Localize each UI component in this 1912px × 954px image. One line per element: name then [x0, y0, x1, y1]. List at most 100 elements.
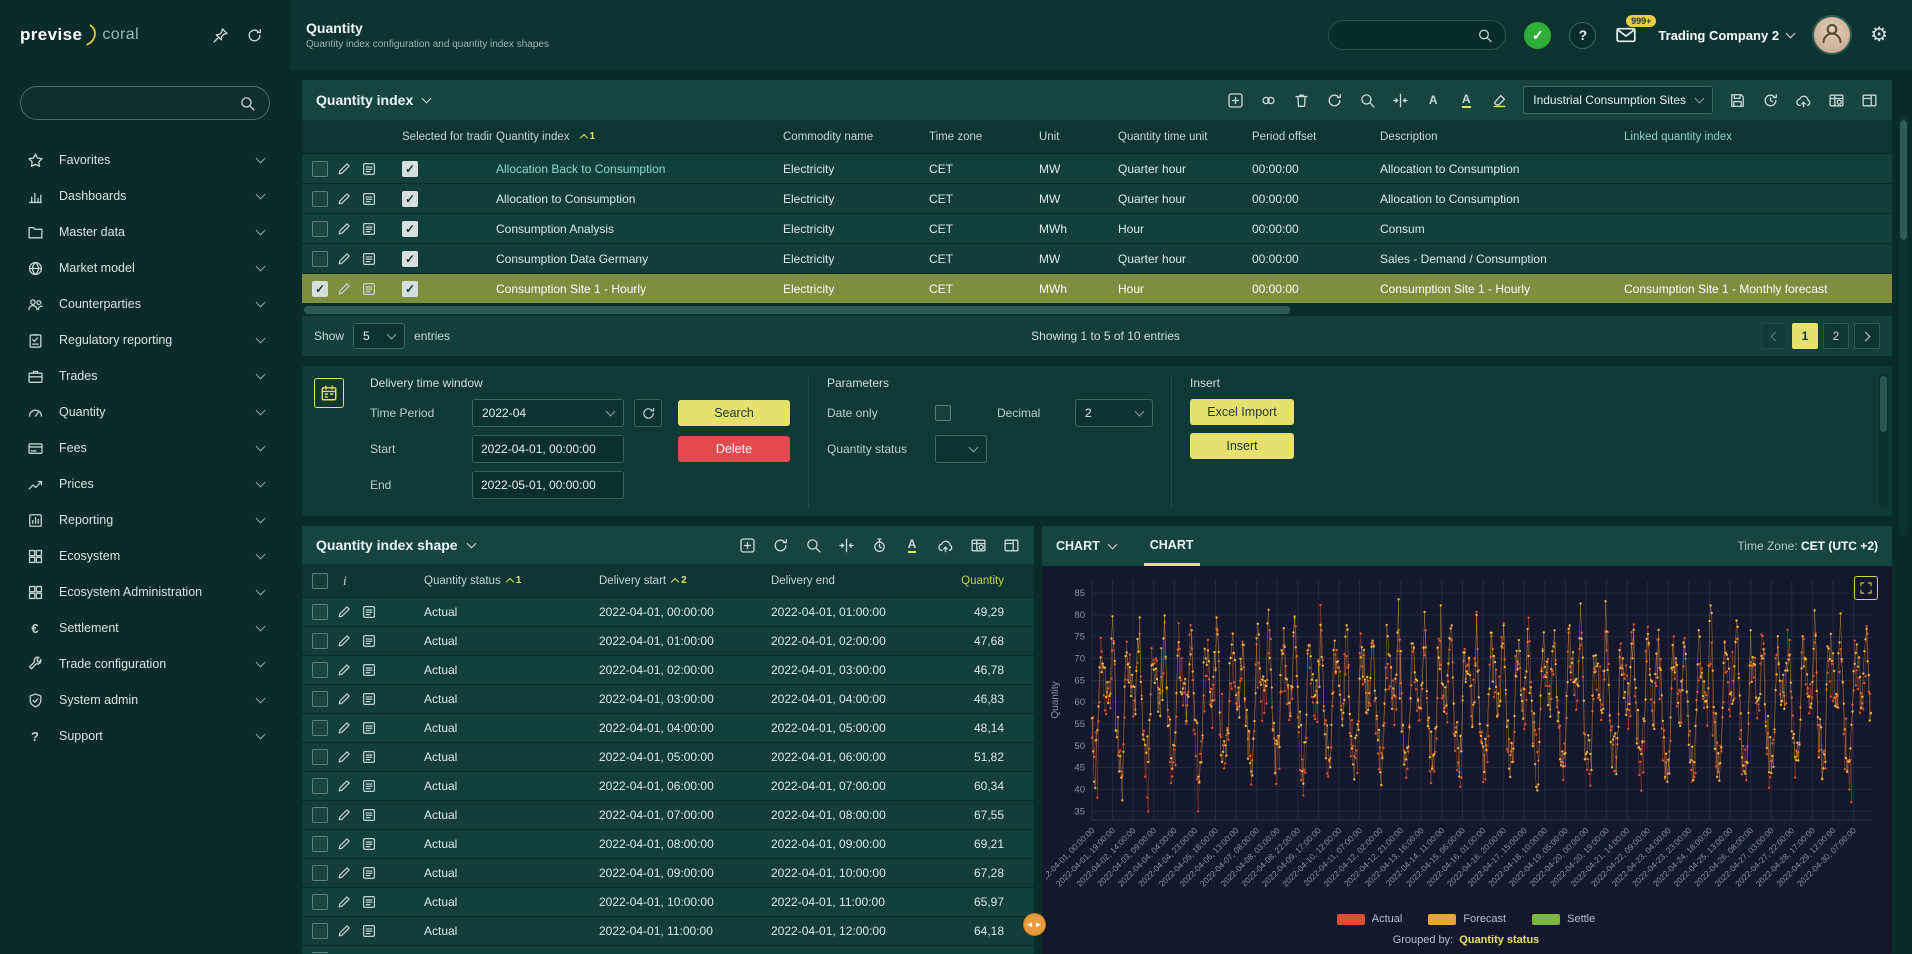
company-selector[interactable]: Trading Company 2 — [1658, 28, 1794, 43]
add-button[interactable] — [1222, 87, 1248, 113]
time-period-select[interactable]: 2022-04 — [472, 399, 624, 427]
table-row[interactable]: Actual 2022-04-01, 12:00:00 2022-04-01, … — [302, 946, 1034, 954]
row-checkbox[interactable] — [312, 923, 328, 939]
edit-pencil-icon[interactable] — [335, 190, 353, 208]
row-checkbox[interactable] — [312, 604, 328, 620]
sidebar-item-regulatory-reporting[interactable]: Regulatory reporting — [0, 322, 290, 358]
edit-pencil-icon[interactable] — [335, 806, 353, 824]
edit-pencil-icon[interactable] — [335, 160, 353, 178]
sidebar-item-support[interactable]: ? Support — [0, 718, 290, 754]
quantity-index-panel-title[interactable]: Quantity index — [316, 92, 430, 108]
selected-for-trading-checkbox[interactable] — [402, 161, 418, 177]
sidebar-item-quantity[interactable]: Quantity — [0, 394, 290, 430]
edit-pencil-icon[interactable] — [335, 220, 353, 238]
fit-columns-button[interactable] — [1387, 87, 1413, 113]
panel-splitter-handle[interactable]: ◄► — [1023, 913, 1046, 936]
sidebar-item-master-data[interactable]: Master data — [0, 214, 290, 250]
sidebar-item-market-model[interactable]: Market model — [0, 250, 290, 286]
table-row[interactable]: Allocation to Consumption Electricity CE… — [302, 184, 1892, 214]
sidebar-item-settlement[interactable]: € Settlement — [0, 610, 290, 646]
fullscreen-button[interactable] — [1854, 576, 1878, 600]
select-all-checkbox[interactable] — [312, 573, 328, 589]
global-search-input[interactable] — [1341, 27, 1477, 43]
edit-pencil-icon[interactable] — [335, 250, 353, 268]
row-checkbox[interactable] — [312, 251, 328, 267]
col-unit[interactable]: Unit — [1035, 131, 1114, 143]
col-period-offset[interactable]: Period offset — [1248, 131, 1376, 143]
avatar[interactable] — [1812, 15, 1852, 55]
page-scrollbar-thumb[interactable] — [1900, 120, 1907, 240]
excel-import-button[interactable]: Excel Import — [1190, 399, 1294, 425]
row-checkbox[interactable] — [312, 281, 328, 297]
row-details-icon[interactable] — [360, 922, 378, 940]
next-page-button[interactable] — [1854, 323, 1880, 349]
row-checkbox[interactable] — [312, 894, 328, 910]
table-search-button[interactable] — [965, 532, 991, 558]
col-commodity[interactable]: Commodity name — [779, 131, 925, 143]
selected-for-trading-checkbox[interactable] — [402, 251, 418, 267]
row-details-icon[interactable] — [360, 777, 378, 795]
page-scrollbar[interactable] — [1899, 116, 1908, 536]
refresh-button[interactable] — [767, 532, 793, 558]
table-row[interactable]: Consumption Site 1 - Hourly Electricity … — [302, 274, 1892, 304]
row-details-icon[interactable] — [360, 893, 378, 911]
search-button[interactable]: Search — [678, 400, 790, 426]
table-row[interactable]: Actual 2022-04-01, 09:00:00 2022-04-01, … — [302, 859, 1034, 888]
row-details-icon[interactable] — [360, 748, 378, 766]
page-size-select[interactable]: 5 — [353, 323, 405, 349]
table-row[interactable]: Actual 2022-04-01, 06:00:00 2022-04-01, … — [302, 772, 1034, 801]
font-size-button[interactable]: A — [1420, 87, 1446, 113]
sidebar-item-fees[interactable]: Fees — [0, 430, 290, 466]
table-row[interactable]: Actual 2022-04-01, 07:00:00 2022-04-01, … — [302, 801, 1034, 830]
col-time-unit[interactable]: Quantity time unit — [1114, 131, 1248, 143]
chart-plot[interactable]: 35404550556065707580852022-04-01, 00:00:… — [1046, 570, 1886, 908]
chart-type-select[interactable]: CHART — [1056, 539, 1116, 553]
col-quantity[interactable]: Quantity — [935, 575, 1034, 587]
col-delivery-end[interactable]: Delivery end — [767, 575, 935, 587]
row-details-icon[interactable] — [360, 250, 378, 268]
quantity-status-select[interactable] — [935, 435, 987, 463]
tab-chart[interactable]: CHART — [1144, 526, 1200, 566]
row-checkbox[interactable] — [312, 691, 328, 707]
row-checkbox[interactable] — [312, 749, 328, 765]
cloud-upload-button[interactable] — [1790, 87, 1816, 113]
sidebar-search-input[interactable] — [34, 95, 239, 112]
legend-item-actual[interactable]: Actual — [1337, 913, 1403, 925]
table-row[interactable]: Consumption Data Germany Electricity CET… — [302, 244, 1892, 274]
selected-for-trading-checkbox[interactable] — [402, 191, 418, 207]
row-details-icon[interactable] — [360, 190, 378, 208]
edit-pencil-icon[interactable] — [335, 280, 353, 298]
help-button[interactable]: ? — [1569, 22, 1596, 49]
notifications-button[interactable]: 999+ — [1614, 24, 1640, 46]
pin-icon[interactable] — [210, 25, 230, 45]
edit-pencil-icon[interactable] — [335, 893, 353, 911]
table-row[interactable]: Allocation Back to Consumption Electrici… — [302, 154, 1892, 184]
sidebar-item-ecosystem[interactable]: Ecosystem — [0, 538, 290, 574]
col-selected-for-trading[interactable]: Selected for trading — [388, 131, 492, 143]
sidebar-item-reporting[interactable]: Reporting — [0, 502, 290, 538]
selected-for-trading-checkbox[interactable] — [402, 221, 418, 237]
prev-page-button[interactable] — [1761, 323, 1787, 349]
row-details-icon[interactable] — [360, 661, 378, 679]
search-button[interactable] — [1354, 87, 1380, 113]
col-linked-index[interactable]: Linked quantity index — [1620, 131, 1892, 143]
preset-select[interactable]: Industrial Consumption Sites — [1523, 86, 1713, 114]
refresh-button[interactable] — [1321, 87, 1347, 113]
row-checkbox[interactable] — [312, 191, 328, 207]
table-row[interactable]: Actual 2022-04-01, 00:00:00 2022-04-01, … — [302, 598, 1034, 627]
row-checkbox[interactable] — [312, 778, 328, 794]
filter-scrollbar[interactable] — [1879, 374, 1888, 508]
row-checkbox[interactable] — [312, 662, 328, 678]
edit-pencil-icon[interactable] — [335, 690, 353, 708]
filter-scrollbar-thumb[interactable] — [1880, 376, 1887, 432]
row-checkbox[interactable] — [312, 161, 328, 177]
edit-pencil-icon[interactable] — [335, 748, 353, 766]
edit-pencil-icon[interactable] — [335, 922, 353, 940]
sidebar-item-prices[interactable]: Prices — [0, 466, 290, 502]
table-search-button[interactable] — [1823, 87, 1849, 113]
link-button[interactable] — [1255, 87, 1281, 113]
row-details-icon[interactable] — [360, 632, 378, 650]
edit-pencil-icon[interactable] — [335, 719, 353, 737]
sidebar-item-trade-configuration[interactable]: Trade configuration — [0, 646, 290, 682]
table-row[interactable]: Actual 2022-04-01, 08:00:00 2022-04-01, … — [302, 830, 1034, 859]
